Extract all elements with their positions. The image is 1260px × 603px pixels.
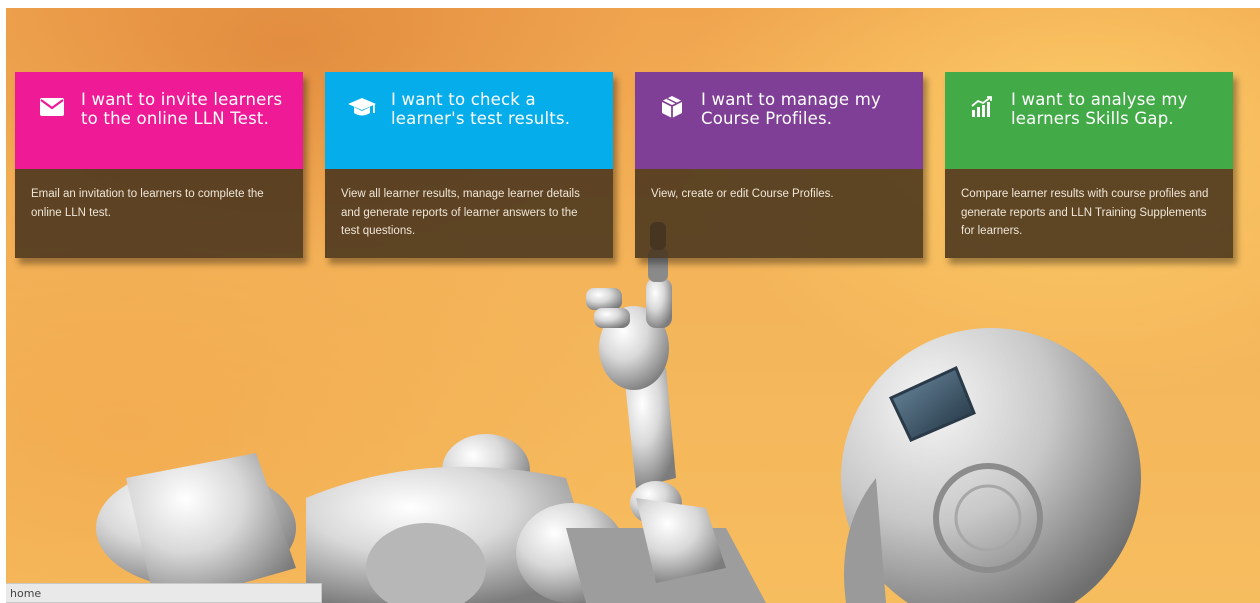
card-description: View, create or edit Course Profiles.	[635, 169, 923, 258]
envelope-icon	[37, 92, 67, 122]
page-background: I want to invite learners to the online …	[6, 8, 1260, 603]
card-description: Email an invitation to learners to compl…	[15, 169, 303, 258]
bar-chart-icon	[967, 92, 997, 122]
status-bar-url: home	[6, 583, 322, 603]
card-title[interactable]: I want to manage my Course Profiles.	[701, 90, 911, 128]
analyse-skills-gap-card[interactable]: I want to analyse my learners Skills Gap…	[945, 72, 1233, 258]
graduation-cap-icon	[347, 92, 377, 122]
card-header[interactable]: I want to analyse my learners Skills Gap…	[945, 72, 1233, 169]
card-header[interactable]: I want to invite learners to the online …	[15, 72, 303, 169]
card-title[interactable]: I want to analyse my learners Skills Gap…	[1011, 90, 1221, 128]
cubes-icon	[657, 92, 687, 122]
card-title[interactable]: I want to invite learners to the online …	[81, 90, 291, 128]
card-header[interactable]: I want to manage my Course Profiles.	[635, 72, 923, 169]
invite-learners-card[interactable]: I want to invite learners to the online …	[15, 72, 303, 258]
card-title[interactable]: I want to check a learner's test results…	[391, 90, 601, 128]
card-description: Compare learner results with course prof…	[945, 169, 1233, 258]
card-header[interactable]: I want to check a learner's test results…	[325, 72, 613, 169]
manage-course-profiles-card[interactable]: I want to manage my Course Profiles. Vie…	[635, 72, 923, 258]
card-description: View all learner results, manage learner…	[325, 169, 613, 258]
check-results-card[interactable]: I want to check a learner's test results…	[325, 72, 613, 258]
